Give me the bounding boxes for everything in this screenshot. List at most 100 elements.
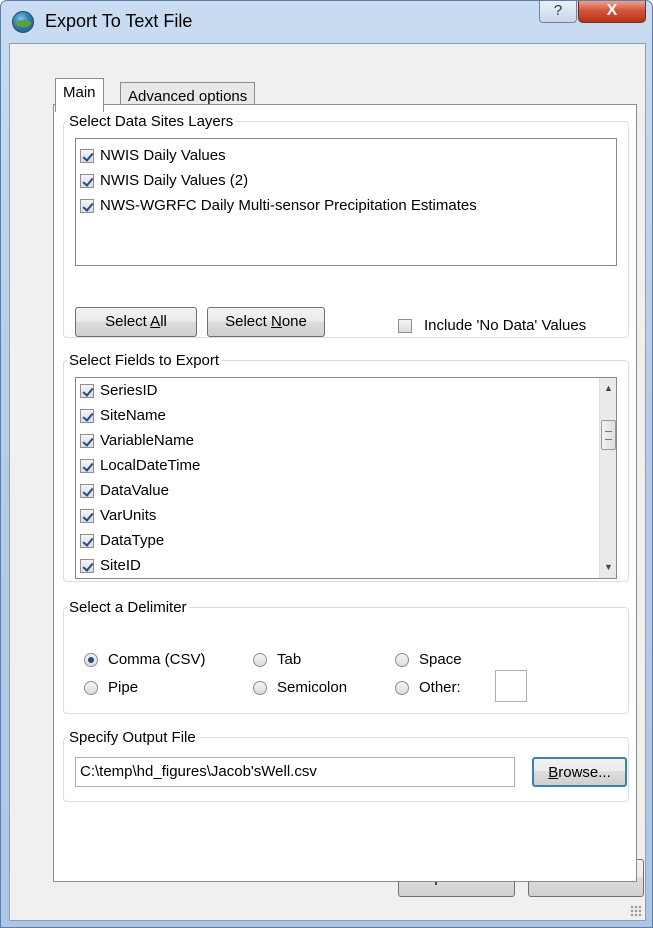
list-item-label: NWIS Daily Values (2): [100, 172, 249, 189]
list-item[interactable]: VarUnits: [76, 503, 616, 528]
list-item[interactable]: DataValue: [76, 478, 616, 503]
radio-other-label: Other:: [419, 679, 461, 696]
radio-pipe-accel: P: [108, 679, 119, 696]
radio-other[interactable]: Other:: [395, 679, 461, 696]
resize-grip-icon[interactable]: [630, 905, 642, 917]
radio-icon[interactable]: [84, 680, 98, 695]
radio-pipe-label: Pipe: [108, 679, 138, 696]
fields-scrollbar[interactable]: ▲ ▼: [599, 378, 616, 578]
list-item[interactable]: NWIS Daily Values (2): [76, 168, 616, 193]
list-item-label: DataValue: [100, 482, 169, 499]
checkbox-icon[interactable]: [80, 173, 94, 188]
list-item-label: NWIS Daily Values: [100, 147, 226, 164]
dialog-client-area: Main Advanced options Select Data Sites …: [9, 43, 646, 921]
select-all-label: Select: [105, 313, 151, 330]
select-none-accel: N: [270, 313, 282, 330]
radio-comma-label: Comma (CSV): [108, 651, 206, 668]
radio-tab-rest: ab: [284, 651, 302, 668]
close-button[interactable]: X: [578, 1, 646, 23]
browse-accel: B: [548, 764, 559, 781]
select-none-label: Select: [225, 313, 271, 330]
radio-comma-rest: omma (CSV): [118, 651, 206, 668]
scroll-down-arrow-icon[interactable]: ▼: [600, 559, 616, 576]
list-item[interactable]: DataType: [76, 528, 616, 553]
radio-comma-accel: C: [108, 651, 119, 668]
radio-icon[interactable]: [253, 680, 267, 695]
include-no-data-rest: nclude 'No Data' Values: [428, 317, 587, 334]
tab-main-label: Main: [63, 84, 96, 101]
radio-other-rest: ther:: [430, 679, 461, 696]
checkbox-icon[interactable]: [80, 408, 94, 423]
browse-button[interactable]: Browse...: [532, 757, 627, 787]
include-no-data-checkbox[interactable]: Include 'No Data' Values: [398, 317, 586, 334]
list-item[interactable]: LocalDateTime: [76, 453, 616, 478]
checkbox-icon[interactable]: [80, 433, 94, 448]
scroll-up-arrow-icon[interactable]: ▲: [600, 380, 616, 397]
radio-other-accel: O: [419, 679, 431, 696]
list-item[interactable]: SiteName: [76, 403, 616, 428]
radio-pipe[interactable]: Pipe: [84, 679, 138, 696]
close-icon: X: [606, 2, 618, 19]
data-sites-legend: Select Data Sites Layers: [69, 113, 234, 130]
radio-space-label: Space: [419, 651, 462, 668]
list-item-label: SiteName: [100, 407, 166, 424]
list-item-label: SeriesID: [100, 382, 158, 399]
radio-icon[interactable]: [84, 652, 98, 667]
list-item-label: VariableName: [100, 432, 194, 449]
list-item[interactable]: VariableName: [76, 428, 616, 453]
checkbox-icon[interactable]: [398, 318, 412, 333]
radio-pipe-rest: ipe: [118, 679, 139, 696]
list-item[interactable]: SeriesID: [76, 378, 616, 403]
list-item-label: DataType: [100, 532, 165, 549]
output-file-legend: Specify Output File: [69, 729, 196, 746]
checkbox-icon[interactable]: [80, 508, 94, 523]
list-item-label: SiteID: [100, 557, 141, 574]
list-item-label: NWS-WGRFC Daily Multi-sensor Precipitati…: [100, 197, 477, 214]
radio-space-rest: pace: [429, 651, 462, 668]
data-sites-list[interactable]: NWIS Daily Values NWIS Daily Values (2) …: [75, 138, 617, 266]
checkbox-icon[interactable]: [80, 558, 94, 573]
checkbox-icon[interactable]: [80, 148, 94, 163]
globe-icon: [12, 11, 34, 33]
checkbox-icon[interactable]: [80, 483, 94, 498]
browse-rest: rowse...: [558, 764, 611, 781]
radio-icon[interactable]: [395, 680, 409, 695]
radio-space-accel: S: [419, 651, 430, 668]
tab-main[interactable]: Main: [55, 78, 104, 112]
select-all-button[interactable]: Select All: [75, 307, 197, 337]
radio-space[interactable]: Space: [395, 651, 462, 668]
list-item[interactable]: NWS-WGRFC Daily Multi-sensor Precipitati…: [76, 193, 616, 218]
radio-tab[interactable]: Tab: [253, 651, 301, 668]
fields-list[interactable]: SeriesID SiteName VariableName LocalDate…: [75, 377, 617, 579]
include-no-data-label: Include 'No Data' Values: [424, 317, 586, 334]
list-item[interactable]: SiteID: [76, 553, 616, 578]
title-bar[interactable]: Export To Text File ? X: [1, 1, 652, 43]
list-item[interactable]: NWIS Daily Values: [76, 143, 616, 168]
radio-semicolon-rest: icolon: [307, 679, 348, 696]
radio-semicolon-accel: m: [295, 679, 308, 696]
scroll-thumb[interactable]: [601, 420, 616, 450]
radio-comma[interactable]: Comma (CSV): [84, 651, 206, 668]
checkbox-icon[interactable]: [80, 458, 94, 473]
radio-icon[interactable]: [253, 652, 267, 667]
other-delimiter-input[interactable]: [495, 670, 527, 702]
export-dialog-window: Export To Text File ? X Main Advanced op…: [0, 0, 653, 928]
output-path-input[interactable]: C:\temp\hd_figures\Jacob'sWell.csv: [75, 757, 515, 787]
list-item-label: VarUnits: [100, 507, 157, 524]
tab-advanced-label: Advanced options: [128, 88, 248, 105]
checkbox-icon[interactable]: [80, 383, 94, 398]
radio-semicolon[interactable]: Semicolon: [253, 679, 347, 696]
radio-semicolon-pre: Se: [277, 679, 296, 696]
checkbox-icon[interactable]: [80, 198, 94, 213]
radio-tab-label: Tab: [277, 651, 301, 668]
radio-tab-accel: T: [277, 651, 285, 668]
radio-icon[interactable]: [395, 652, 409, 667]
delimiter-legend: Select a Delimiter: [69, 599, 187, 616]
radio-semicolon-label: Semicolon: [277, 679, 347, 696]
select-all-suffix: ll: [160, 313, 167, 330]
help-button[interactable]: ?: [539, 1, 577, 23]
select-none-button[interactable]: Select None: [207, 307, 325, 337]
checkbox-icon[interactable]: [80, 533, 94, 548]
window-title: Export To Text File: [45, 11, 193, 31]
select-none-suffix: one: [281, 313, 307, 330]
